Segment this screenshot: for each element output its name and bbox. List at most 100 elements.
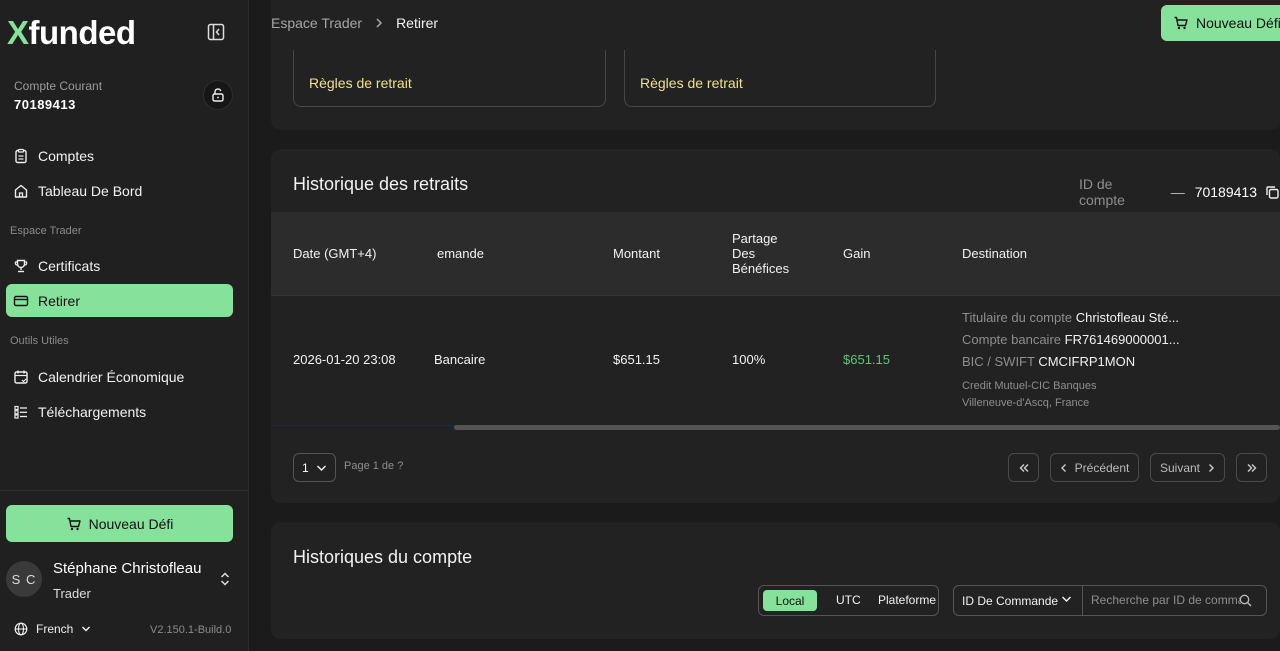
page-select-value: 1 [302,460,309,475]
new-challenge-label: Nouveau Défi [88,515,174,532]
list-icon [13,404,29,420]
avatar: S C [6,561,42,597]
sidebar-item-label: Tableau De Bord [38,182,143,199]
section-label-tools: Outils Utiles [10,335,69,347]
next-page-button[interactable]: Suivant [1150,453,1225,482]
breadcrumb: Espace Trader Retirer [271,15,438,31]
breadcrumb-item-current: Retirer [396,15,439,31]
cell-gain: $651.15 [843,352,890,367]
user-role: Trader [53,586,91,601]
copy-icon[interactable] [1265,185,1280,200]
sidebar-item-downloads[interactable]: Téléchargements [6,395,233,428]
previous-page-button[interactable]: Précédent [1050,453,1139,482]
iban-value: FR761469000001... [1064,332,1180,347]
chevron-down-icon [81,625,91,633]
globe-icon [14,622,28,636]
bic-label: BIC / SWIFT [962,354,1035,369]
version-label: V2.150.1-Build.0 [150,624,232,636]
cell-amount: $651.15 [613,352,660,367]
cart-icon [66,516,82,532]
chevron-down-icon [316,464,327,472]
double-chevron-left-icon [1018,463,1030,473]
search-field-select-value: ID De Commande [962,593,1059,608]
search-box [1082,585,1267,616]
first-page-button[interactable] [1008,453,1039,482]
bank-city: Villeneuve-d'Ascq, France [962,397,1090,409]
sidebar: Xfunded Compte Courant 70189413 Comptes … [0,0,249,651]
destination-iban: Compte bancaire FR761469000001... [962,332,1180,347]
cell-request: Bancaire [434,352,486,367]
account-id-dash: — [1170,184,1185,200]
timezone-option-utc[interactable]: UTC [836,593,861,607]
sidebar-item-label: Certificats [38,257,101,274]
chevron-left-icon [1060,463,1068,473]
account-number: 70189413 [14,97,76,112]
new-challenge-button-sidebar[interactable]: Nouveau Défi [6,505,233,542]
cart-icon [1173,15,1189,31]
chevron-down-icon [1061,595,1072,603]
account-history-card [271,522,1280,639]
bic-value: CMCIFRP1MON [1038,354,1136,369]
logo-x: X [7,14,29,51]
holder-label: Titulaire du compte [962,310,1073,325]
search-field-select[interactable]: ID De Commande [953,585,1083,616]
sidebar-item-label: Comptes [38,147,95,164]
language-label: French [36,622,74,636]
destination-holder: Titulaire du compte Christofleau Sté... [962,310,1179,325]
section-label-trader: Espace Trader [10,225,82,237]
search-icon[interactable] [1239,594,1252,607]
home-icon [13,183,29,199]
previous-label: Précédent [1074,460,1130,475]
double-chevron-right-icon [1246,463,1258,473]
sidebar-item-label: Retirer [38,292,81,309]
language-selector[interactable]: French [14,622,91,636]
account-history-title: Historiques du compte [293,547,473,567]
unlock-icon [210,87,226,103]
new-challenge-label: Nouveau Défi [1196,15,1280,31]
column-header-gain: Gain [843,246,871,261]
sidebar-item-label: Téléchargements [38,403,147,420]
logo[interactable]: Xfunded [7,14,136,54]
account-label: Compte Courant [14,79,103,93]
withdrawal-rules-link-1[interactable]: Règles de retrait [309,75,412,91]
holder-value: Christofleau Sté... [1075,310,1180,325]
account-id: ID de compte — 70189413 [1079,176,1280,208]
clipboard-icon [13,148,29,164]
last-page-button[interactable] [1236,453,1267,482]
chevron-right-icon [375,17,383,29]
account-id-value: 70189413 [1194,184,1257,200]
trophy-icon [13,258,29,274]
sidebar-item-calendar[interactable]: Calendrier Économique [6,360,233,393]
sidebar-item-comptes[interactable]: Comptes [6,139,233,172]
collapse-sidebar-icon[interactable] [206,22,226,42]
unlock-button[interactable] [203,80,233,110]
page-select[interactable]: 1 [293,453,336,482]
column-header-request: emande [437,246,484,261]
timezone-option-local[interactable]: Local [763,590,817,611]
order-search-input[interactable] [1091,593,1241,607]
row-divider [271,295,1280,296]
destination-bic: BIC / SWIFT CMCIFRP1MON [962,354,1135,369]
card-icon [13,293,29,309]
column-header-destination: Destination [962,246,1028,261]
page-info: Page 1 de ? [344,460,404,472]
cell-date: 2026-01-20 23:08 [293,352,396,367]
logo-text: funded [28,14,136,51]
user-name: Stéphane Christofleau [53,560,202,577]
column-header-date: Date (GMT+4) [293,246,377,261]
new-challenge-button-top[interactable]: Nouveau Défi [1161,5,1280,41]
withdrawal-rules-link-2[interactable]: Règles de retrait [640,75,743,91]
sidebar-divider [0,490,249,491]
sidebar-item-certificats[interactable]: Certificats [6,249,233,282]
timezone-option-platform[interactable]: Plateforme [878,593,936,607]
sidebar-item-retirer[interactable]: Retirer [6,284,233,317]
account-id-label: ID de compte [1079,176,1125,208]
horizontal-scrollbar[interactable] [454,425,1280,430]
iban-label: Compte bancaire [962,332,1061,347]
column-header-amount: Montant [613,246,660,261]
chevron-right-icon [1207,463,1215,473]
breadcrumb-item-trader[interactable]: Espace Trader [271,15,362,31]
user-menu-chevron-icon[interactable] [218,571,232,587]
calendar-icon [13,369,29,385]
sidebar-item-dashboard[interactable]: Tableau De Bord [6,174,233,207]
